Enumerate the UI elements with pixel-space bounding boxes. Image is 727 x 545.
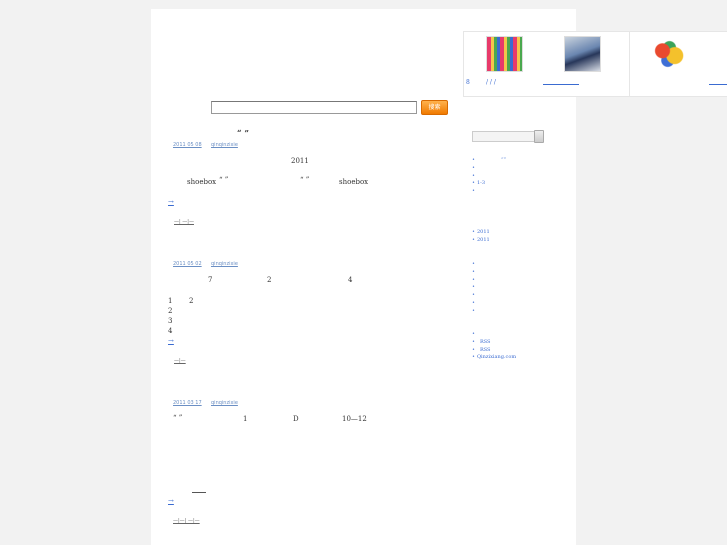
sidebar-item[interactable]: [472, 292, 477, 300]
sidebar-item[interactable]: [472, 165, 506, 173]
sidebar-search-input[interactable]: [472, 131, 536, 142]
read-more-link[interactable]: →: [168, 337, 174, 345]
post-author[interactable]: qinqinzixie: [211, 400, 238, 406]
sidebar-list-archive: 2011 2011: [472, 229, 490, 245]
sidebar-item[interactable]: 2011: [472, 229, 490, 237]
post-text: “ ”: [173, 414, 183, 422]
post-text: shoebox: [339, 178, 369, 186]
post-footer[interactable]: —|—: [174, 358, 186, 364]
sneaker-thumbnail[interactable]: [564, 36, 601, 72]
sidebar-list-recent: “” 1-3: [472, 157, 506, 196]
sidebar-item[interactable]: 1-3: [472, 180, 506, 188]
sidebar-item[interactable]: [472, 173, 506, 181]
post-footer[interactable]: —|—| —|—: [173, 518, 200, 524]
divider-line: [192, 492, 206, 493]
post-text: 2: [267, 276, 272, 284]
post-text: “ ”: [300, 176, 310, 184]
quote-mark: “ ”: [237, 128, 249, 138]
list-item-extra: 2: [189, 297, 194, 305]
sidebar-search-button[interactable]: [534, 130, 544, 143]
search-input[interactable]: [211, 101, 417, 114]
ad-link-2[interactable]: [709, 84, 727, 85]
search-button[interactable]: 搜索: [421, 100, 448, 115]
post-author[interactable]: qinqinzixie: [211, 261, 238, 267]
post-text: shoebox: [187, 178, 217, 186]
list-item: 4: [168, 327, 173, 335]
post-footer[interactable]: —| —|—: [174, 219, 194, 225]
sidebar-item[interactable]: [472, 269, 477, 277]
read-more-link[interactable]: →: [168, 497, 174, 505]
sidebar-item[interactable]: 2011: [472, 237, 490, 245]
ad-caption[interactable]: / / /: [486, 79, 496, 86]
list-item: 1: [168, 297, 173, 305]
sidebar-item[interactable]: [472, 188, 506, 196]
post-text: D: [293, 415, 299, 423]
post-text: 10—12: [342, 415, 367, 423]
list-item: 3: [168, 317, 173, 325]
ad-strip[interactable]: 8 / / /: [463, 31, 727, 97]
colorful-shoes-thumbnail[interactable]: [486, 36, 523, 72]
sidebar-item[interactable]: “”: [472, 157, 506, 165]
sidebar-item[interactable]: Qinzixiang.com: [472, 354, 516, 362]
post-date[interactable]: 2011 03 17: [173, 400, 202, 406]
sidebar-item[interactable]: RSS: [472, 339, 516, 347]
post-text: 4: [348, 276, 353, 284]
post-text: 2011: [291, 157, 309, 165]
sidebar-list-categories: [472, 261, 477, 316]
sidebar-item[interactable]: RSS: [472, 347, 516, 355]
sidebar-item[interactable]: [472, 308, 477, 316]
sidebar-item[interactable]: [472, 300, 477, 308]
sidebar-item[interactable]: [472, 277, 477, 285]
sidebar-list-meta: RSS RSS Qinzixiang.com: [472, 331, 516, 362]
read-more-link[interactable]: →: [168, 198, 174, 206]
ad-link[interactable]: [543, 84, 579, 85]
post-date[interactable]: 2011 05 08: [173, 142, 202, 148]
sidebar-item[interactable]: [472, 284, 477, 292]
post-text: 7: [208, 276, 213, 284]
ad-divider: [629, 32, 630, 96]
list-item: 2: [168, 307, 173, 315]
post-text: “ ”: [219, 176, 229, 184]
post-author[interactable]: qinqinzixie: [211, 142, 238, 148]
sidebar-item[interactable]: [472, 261, 477, 269]
sidebar-item[interactable]: [472, 331, 516, 339]
toys-thumbnail[interactable]: [652, 38, 687, 70]
ad-label: 8: [466, 79, 470, 86]
post-text: 1: [243, 415, 248, 423]
post-date[interactable]: 2011 05 02: [173, 261, 202, 267]
